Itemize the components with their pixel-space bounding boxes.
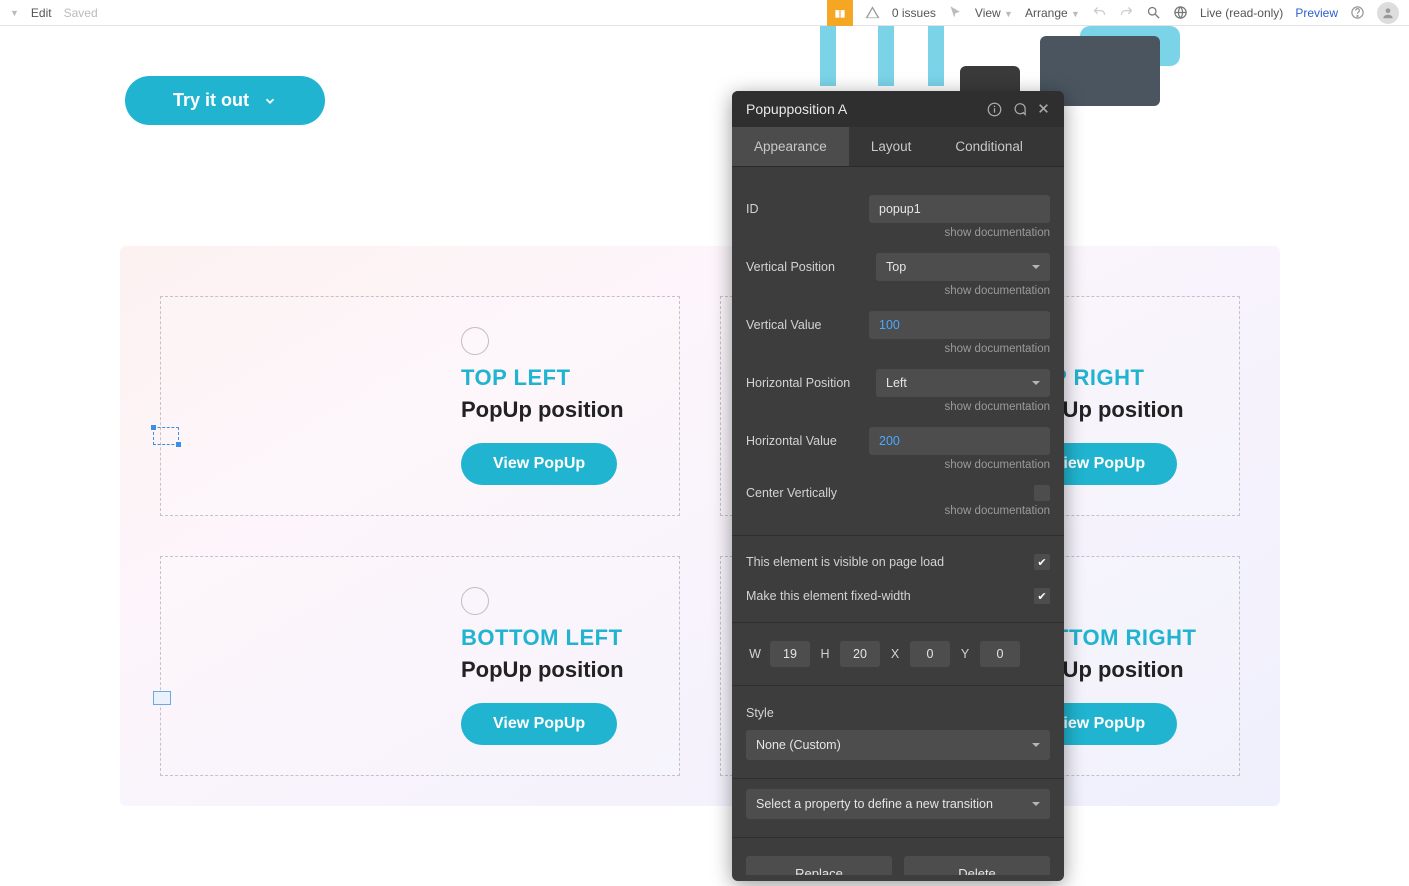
card-bullet-icon [461, 327, 489, 355]
card-subtitle: PopUp position [461, 397, 679, 423]
try-it-out-button[interactable]: Try it out [125, 76, 325, 125]
style-select[interactable]: None (Custom) [746, 730, 1050, 760]
w-input[interactable] [770, 641, 810, 667]
id-input[interactable] [869, 195, 1050, 223]
horizontal-value-input[interactable] [869, 427, 1050, 455]
id-label: ID [746, 202, 869, 216]
card-subtitle: PopUp position [461, 657, 679, 683]
h-label: H [816, 647, 834, 661]
design-canvas[interactable]: Try it out TOP LEFT PopUp position View … [0, 26, 1409, 886]
live-status[interactable]: Live (read-only) [1200, 6, 1283, 20]
try-it-out-label: Try it out [173, 90, 249, 111]
doc-link[interactable]: show documentation [746, 285, 1050, 297]
issues-label[interactable]: 0 issues [892, 6, 936, 20]
tab-layout[interactable]: Layout [849, 127, 934, 166]
top-toolbar: ▼ Edit Saved 0 issues View ▼ Arrange ▼ L… [0, 0, 1409, 26]
horizontal-value-label: Horizontal Value [746, 434, 869, 448]
selection-handle[interactable] [153, 427, 179, 445]
edit-label[interactable]: Edit [31, 6, 52, 20]
style-label: Style [746, 706, 1050, 720]
w-label: W [746, 647, 764, 661]
panel-header[interactable]: Popupposition A [732, 91, 1064, 127]
panel-tabs: Appearance Layout Conditional [732, 127, 1064, 167]
doc-link[interactable]: show documentation [746, 459, 1050, 471]
card-title: BOTTOM LEFT [461, 625, 679, 651]
cards-container: TOP LEFT PopUp position View PopUp TOP R… [120, 246, 1280, 806]
cursor-icon[interactable] [948, 5, 963, 20]
info-icon[interactable] [987, 102, 1002, 117]
horizontal-position-select[interactable]: Left [876, 369, 1050, 397]
view-menu[interactable]: View ▼ [975, 6, 1013, 20]
visible-on-load-checkbox[interactable] [1034, 554, 1050, 570]
search-icon[interactable] [1146, 5, 1161, 20]
card-top-left: TOP LEFT PopUp position View PopUp [160, 296, 680, 516]
property-panel: Popupposition A Appearance Layout Condit… [732, 91, 1064, 881]
undo-icon[interactable] [1092, 5, 1107, 20]
y-label: Y [956, 647, 974, 661]
vertical-value-label: Vertical Value [746, 318, 869, 332]
fixed-width-checkbox[interactable] [1034, 588, 1050, 604]
card-title: TOP LEFT [461, 365, 679, 391]
avatar[interactable] [1377, 2, 1399, 24]
chevron-down-icon [263, 94, 277, 108]
close-icon[interactable] [1037, 102, 1050, 117]
panel-body[interactable]: ID show documentation Vertical Position … [732, 167, 1064, 875]
preview-link[interactable]: Preview [1295, 6, 1338, 20]
center-vertically-label: Center Vertically [746, 486, 876, 500]
gift-icon[interactable] [827, 0, 853, 26]
doc-link[interactable]: show documentation [746, 401, 1050, 413]
redo-icon[interactable] [1119, 5, 1134, 20]
tab-conditional[interactable]: Conditional [933, 127, 1045, 166]
visible-on-load-label: This element is visible on page load [746, 555, 1034, 569]
fixed-width-label: Make this element fixed-width [746, 589, 1034, 603]
h-input[interactable] [840, 641, 880, 667]
arrange-menu[interactable]: Arrange ▼ [1025, 6, 1080, 20]
card-bullet-icon [461, 587, 489, 615]
x-label: X [886, 647, 904, 661]
help-icon[interactable] [1350, 5, 1365, 20]
tab-appearance[interactable]: Appearance [732, 127, 849, 166]
comment-icon[interactable] [1012, 102, 1027, 117]
saved-label: Saved [64, 6, 98, 20]
transition-select[interactable]: Select a property to define a new transi… [746, 789, 1050, 819]
warning-icon[interactable] [865, 5, 880, 20]
panel-title: Popupposition A [746, 101, 847, 117]
vertical-value-input[interactable] [869, 311, 1050, 339]
doc-link[interactable]: show documentation [746, 227, 1050, 239]
vertical-position-select[interactable]: Top [876, 253, 1050, 281]
view-popup-button[interactable]: View PopUp [461, 703, 617, 745]
selection-handle[interactable] [153, 691, 171, 705]
x-input[interactable] [910, 641, 950, 667]
doc-link[interactable]: show documentation [746, 343, 1050, 355]
replace-button[interactable]: Replace [746, 856, 892, 875]
card-bottom-left: BOTTOM LEFT PopUp position View PopUp [160, 556, 680, 776]
doc-link[interactable]: show documentation [746, 505, 1050, 517]
horizontal-position-label: Horizontal Position [746, 376, 876, 390]
vertical-position-label: Vertical Position [746, 260, 876, 274]
globe-icon [1173, 5, 1188, 20]
view-popup-button[interactable]: View PopUp [461, 443, 617, 485]
delete-button[interactable]: Delete [904, 856, 1050, 875]
center-vertically-checkbox[interactable] [1034, 485, 1050, 501]
y-input[interactable] [980, 641, 1020, 667]
caret-down-icon[interactable]: ▼ [10, 8, 19, 18]
